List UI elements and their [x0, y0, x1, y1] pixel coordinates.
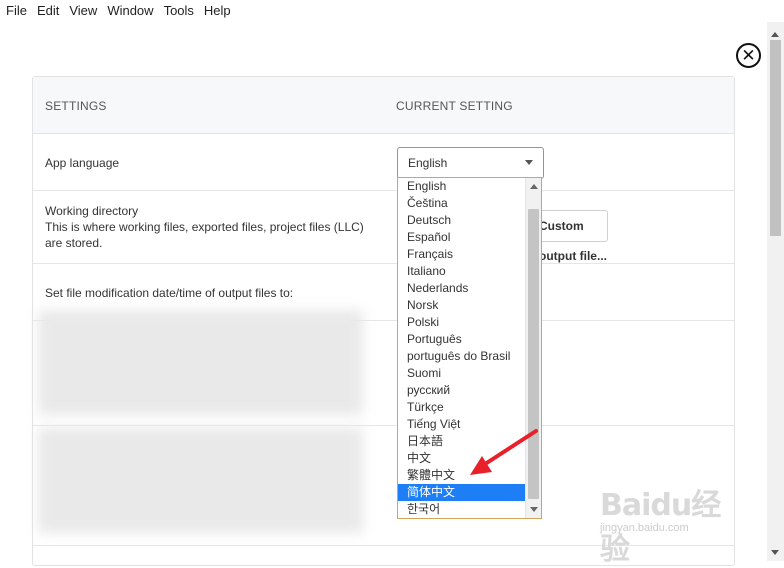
watermark-url: jingyan.baidu.com [600, 522, 689, 534]
close-icon[interactable]: ✕ [736, 43, 761, 68]
app-language-row: App language [33, 134, 734, 191]
menu-file[interactable]: File [0, 0, 32, 22]
language-option[interactable]: Norsk [398, 297, 526, 314]
current-setting-column-header: CURRENT SETTING [396, 99, 513, 113]
page-scroll-thumb[interactable] [770, 40, 781, 236]
working-directory-row: Working directory This is where working … [33, 191, 734, 264]
blurred-content [38, 310, 363, 415]
working-directory-description-cont: are stored. [45, 236, 103, 250]
menu-bar: File Edit View Window Tools Help [0, 0, 784, 22]
menu-tools[interactable]: Tools [159, 0, 199, 22]
blurred-content [38, 428, 363, 533]
language-option[interactable]: Deutsch [398, 212, 526, 229]
working-directory-description: This is where working files, exported fi… [45, 220, 364, 234]
custom-output-button-label: Custom output file... [539, 219, 607, 263]
scroll-down-icon[interactable] [771, 550, 779, 555]
language-option[interactable]: Türkçe [398, 399, 526, 416]
language-option[interactable]: Português [398, 331, 526, 348]
language-option[interactable]: Polski [398, 314, 526, 331]
language-option[interactable]: Nederlands [398, 280, 526, 297]
language-option[interactable]: русский [398, 382, 526, 399]
scroll-down-icon[interactable] [530, 507, 538, 512]
baidu-watermark: Baidu经验 jingyan.baidu.com [600, 480, 740, 567]
app-language-select[interactable]: English [397, 147, 544, 179]
working-directory-label: Working directory [45, 204, 139, 218]
language-option[interactable]: Suomi [398, 365, 526, 382]
app-language-select-value: English [408, 156, 448, 170]
menu-help[interactable]: Help [199, 0, 236, 22]
language-option[interactable]: Français [398, 246, 526, 263]
language-option[interactable]: Čeština [398, 195, 526, 212]
language-option[interactable]: Español [398, 229, 526, 246]
page-scrollbar[interactable] [767, 22, 784, 561]
scroll-up-icon[interactable] [530, 184, 538, 189]
menu-window[interactable]: Window [102, 0, 158, 22]
language-option[interactable]: 简体中文 [398, 484, 526, 501]
settings-column-header: SETTINGS [45, 99, 107, 113]
language-option[interactable]: English [398, 178, 526, 195]
language-option[interactable]: português do Brasil [398, 348, 526, 365]
modification-time-label: Set file modification date/time of outpu… [45, 286, 294, 300]
language-option[interactable]: Italiano [398, 263, 526, 280]
menu-edit[interactable]: Edit [32, 0, 64, 22]
red-arrow-icon [470, 429, 538, 475]
app-language-label: App language [45, 156, 120, 170]
settings-table-header: SETTINGS CURRENT SETTING [33, 77, 734, 134]
chevron-down-icon [525, 160, 533, 165]
menu-view[interactable]: View [64, 0, 102, 22]
language-option[interactable]: 한국어 [398, 501, 526, 518]
scroll-up-icon[interactable] [771, 32, 779, 37]
